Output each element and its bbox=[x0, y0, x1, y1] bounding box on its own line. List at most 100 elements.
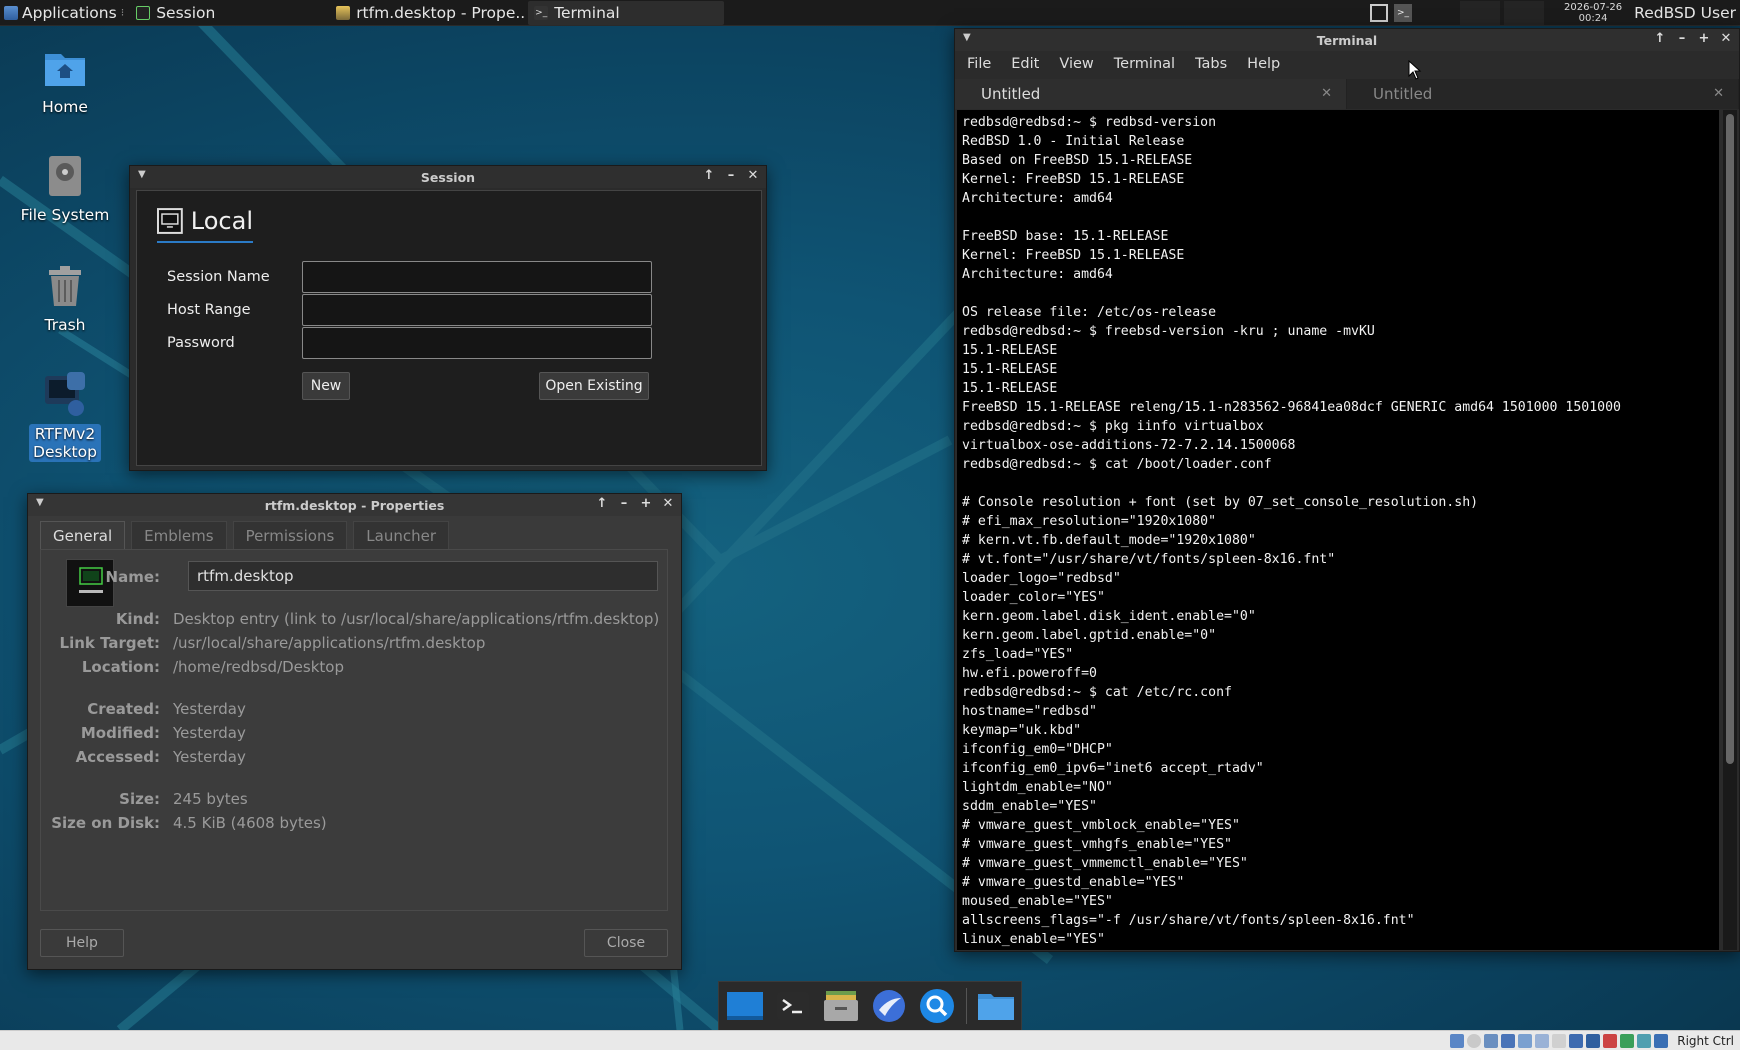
new-button[interactable]: New bbox=[302, 372, 350, 400]
mouse-integration-icon[interactable] bbox=[1620, 1033, 1635, 1048]
settings-icon[interactable] bbox=[1603, 1033, 1618, 1048]
cpu-icon[interactable] bbox=[1586, 1033, 1601, 1048]
user-menu[interactable]: RedBSD User bbox=[1634, 4, 1736, 22]
recording-icon[interactable] bbox=[1569, 1033, 1584, 1048]
terminal-line: # vt.font="/usr/share/vt/fonts/spleen-8x… bbox=[962, 552, 1336, 567]
network-icon[interactable] bbox=[1501, 1033, 1516, 1048]
window-switcher-icon[interactable] bbox=[1370, 4, 1389, 22]
terminal-tab[interactable]: Untitled ✕ bbox=[1347, 79, 1739, 109]
file-manager-launcher[interactable] bbox=[819, 984, 863, 1028]
workspace-box[interactable] bbox=[1460, 1, 1501, 25]
tab-permissions[interactable]: Permissions bbox=[232, 521, 348, 549]
minimize-icon[interactable]: – bbox=[617, 496, 631, 511]
terminal-line: loader_logo="redbsd" bbox=[962, 571, 1121, 586]
applications-icon bbox=[4, 5, 18, 20]
desktop-icon-rtfm[interactable]: RTFMv2 Desktop bbox=[10, 370, 120, 462]
session-titlebar[interactable]: ▼ Session ↑ – ✕ bbox=[130, 166, 766, 188]
tab-emblems[interactable]: Emblems bbox=[131, 521, 227, 549]
scrollbar-thumb[interactable] bbox=[1726, 114, 1734, 764]
clock[interactable]: 2026-07-26 00:24 bbox=[1564, 2, 1622, 24]
menu-terminal[interactable]: Terminal bbox=[1114, 56, 1175, 72]
web-browser-launcher[interactable] bbox=[867, 984, 911, 1028]
terminal-line: allscreens_flags="-f /usr/share/vt/fonts… bbox=[962, 913, 1415, 928]
password-input[interactable] bbox=[302, 327, 652, 359]
desktop-icon-trash[interactable]: Trash bbox=[10, 262, 120, 334]
properties-titlebar[interactable]: ▼ rtfm.desktop - Properties ↑ – + ✕ bbox=[28, 494, 681, 516]
menu-file[interactable]: File bbox=[967, 56, 991, 72]
shared-folders-icon[interactable] bbox=[1535, 1033, 1550, 1048]
workspace-box[interactable] bbox=[1504, 1, 1545, 25]
keep-above-icon[interactable]: ↑ bbox=[702, 168, 716, 183]
terminal-screen[interactable]: redbsd@redbsd:~ $ redbsd-version RedBSD 1… bbox=[957, 110, 1719, 950]
close-tab-icon[interactable]: ✕ bbox=[1713, 79, 1724, 109]
terminal-scrollbar[interactable] bbox=[1723, 110, 1737, 950]
close-tab-icon[interactable]: ✕ bbox=[1321, 79, 1332, 109]
close-icon[interactable]: ✕ bbox=[1719, 31, 1733, 46]
keep-above-icon[interactable]: ↑ bbox=[595, 496, 609, 511]
task-label: rtfm.desktop - Prope... bbox=[356, 3, 527, 22]
optical-drive-icon[interactable] bbox=[1467, 1033, 1482, 1048]
prop-row-link-target: Link Target: /usr/local/share/applicatio… bbox=[41, 634, 486, 652]
file-properties-icon bbox=[336, 5, 351, 20]
close-icon[interactable]: ✕ bbox=[746, 168, 760, 183]
terminal-line: linux_enable="YES" bbox=[962, 932, 1105, 947]
minimize-icon[interactable]: – bbox=[724, 168, 738, 183]
applications-menu[interactable]: Applications ⁝ bbox=[0, 0, 128, 26]
host-range-label: Host Range bbox=[167, 302, 251, 318]
show-desktop-button[interactable] bbox=[723, 984, 767, 1028]
desktop-icon-home[interactable]: Home bbox=[10, 44, 120, 116]
terminal-line: # vmware_guest_vmblock_enable="YES" bbox=[962, 818, 1240, 833]
open-existing-button[interactable]: Open Existing bbox=[539, 372, 649, 400]
terminal-line: OS release file: /etc/os-release bbox=[962, 305, 1217, 320]
terminal-line: Based on FreeBSD 15.1-RELEASE bbox=[962, 153, 1193, 168]
prop-key: Accessed: bbox=[75, 748, 160, 766]
window-menu-icon[interactable]: ▼ bbox=[138, 169, 146, 180]
display-icon[interactable] bbox=[1552, 1033, 1567, 1048]
prop-key: Kind: bbox=[115, 610, 160, 628]
usb-icon[interactable] bbox=[1518, 1033, 1533, 1048]
maximize-icon[interactable]: + bbox=[1697, 31, 1711, 46]
monitor-icon bbox=[157, 208, 183, 234]
prop-key: Size on Disk: bbox=[51, 814, 160, 832]
desktop-icon-filesystem[interactable]: File System bbox=[10, 152, 120, 224]
audio-icon[interactable] bbox=[1484, 1033, 1499, 1048]
keep-above-icon[interactable]: ↑ bbox=[1653, 31, 1667, 46]
help-button[interactable]: Help bbox=[40, 929, 124, 957]
maximize-icon[interactable]: + bbox=[639, 496, 653, 511]
folder-launcher[interactable] bbox=[974, 984, 1018, 1028]
minimize-icon[interactable]: – bbox=[1675, 31, 1689, 46]
task-properties[interactable]: rtfm.desktop - Prope... bbox=[330, 1, 526, 25]
search-launcher[interactable] bbox=[915, 984, 959, 1028]
desktop-icon-label-line: RTFMv2 bbox=[34, 425, 96, 443]
terminal-titlebar[interactable]: ▼ Terminal ↑ – + ✕ bbox=[955, 29, 1739, 51]
prop-key: Created: bbox=[87, 700, 160, 718]
close-button[interactable]: Close bbox=[584, 929, 668, 957]
password-label: Password bbox=[167, 335, 235, 351]
terminal-launcher-icon[interactable]: >_ bbox=[1394, 4, 1413, 22]
menu-help[interactable]: Help bbox=[1247, 56, 1280, 72]
clock-time: 00:24 bbox=[1578, 13, 1608, 24]
task-session[interactable]: Session bbox=[130, 1, 328, 25]
tab-local[interactable]: Local bbox=[157, 207, 253, 243]
arrow-icon[interactable] bbox=[1654, 1033, 1669, 1048]
terminal-icon bbox=[777, 992, 809, 1020]
close-icon[interactable]: ✕ bbox=[661, 496, 675, 511]
session-name-input[interactable] bbox=[302, 261, 652, 293]
hard-disk-icon[interactable] bbox=[1450, 1033, 1465, 1048]
menu-tabs[interactable]: Tabs bbox=[1195, 56, 1227, 72]
window-menu-icon[interactable]: ▼ bbox=[963, 32, 971, 43]
task-terminal[interactable]: >_ Terminal bbox=[528, 0, 725, 25]
terminal-tab[interactable]: Untitled ✕ bbox=[955, 79, 1347, 109]
menu-edit[interactable]: Edit bbox=[1011, 56, 1039, 72]
terminal-launcher[interactable] bbox=[771, 984, 815, 1028]
window-menu-icon[interactable]: ▼ bbox=[36, 497, 44, 508]
tab-launcher[interactable]: Launcher bbox=[353, 521, 449, 549]
session-name-row: Session Name bbox=[167, 261, 652, 293]
host-range-input[interactable] bbox=[302, 294, 652, 326]
tab-general[interactable]: General bbox=[40, 521, 126, 549]
name-input[interactable]: rtfm.desktop bbox=[188, 561, 658, 591]
menu-view[interactable]: View bbox=[1059, 56, 1093, 72]
keyboard-icon[interactable] bbox=[1637, 1033, 1652, 1048]
terminal-line: moused_enable="YES" bbox=[962, 894, 1113, 909]
